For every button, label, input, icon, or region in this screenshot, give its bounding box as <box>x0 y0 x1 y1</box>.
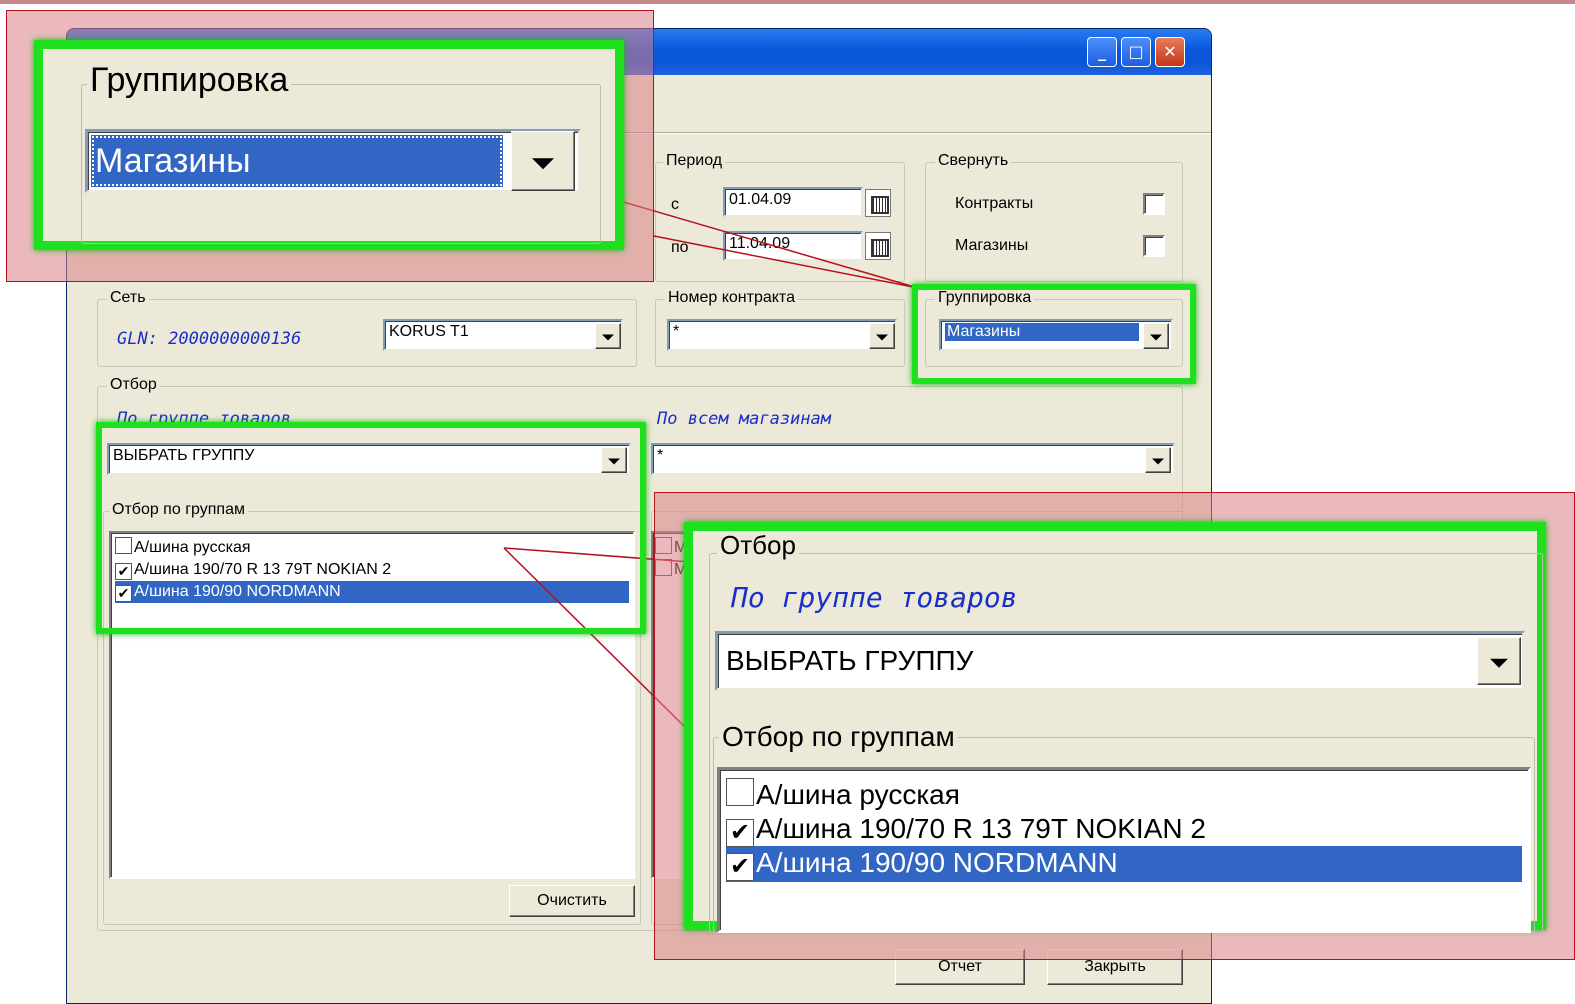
zoom-list-item-label: А/шина 190/90 NORDMANN <box>756 847 1118 878</box>
group-filter-highlight <box>96 422 646 634</box>
zoom-list-item-selected: ✔ А/шина 190/90 NORDMANN <box>726 846 1522 882</box>
grouping-zoom-value: Магазины <box>91 135 503 187</box>
filter-zoom-panel: Отбор По группе товаров ВЫБРАТЬ ГРУППУ О… <box>684 522 1546 933</box>
zoom-list-item: ✔ А/шина 190/70 R 13 79T NOKIAN 2 <box>726 812 1522 847</box>
filter-zoom-dropdown <box>1477 637 1521 685</box>
zoom-list-item: А/шина русская <box>726 778 1522 812</box>
chevron-down-icon <box>1490 658 1508 668</box>
zoom-list-item-label: А/шина русская <box>756 779 960 810</box>
filter-zoom-groups-list: А/шина русская ✔ А/шина 190/70 R 13 79T N… <box>717 767 1531 933</box>
grouping-zoom-legend: Группировка <box>87 61 292 100</box>
grouping-zoom-panel: Группировка Магазины <box>34 40 624 250</box>
checkbox-checked-icon: ✔ <box>726 853 754 881</box>
connector-line <box>653 235 919 289</box>
filter-zoom-legend: Отбор <box>717 531 799 559</box>
grouping-zoom-select: Магазины <box>85 129 581 193</box>
filter-zoom-group-select: ВЫБРАТЬ ГРУППУ <box>715 631 1525 691</box>
checkbox-icon <box>726 778 754 806</box>
filter-zoom-groups-legend: Отбор по группам <box>719 721 958 753</box>
chevron-down-icon <box>532 158 554 170</box>
grouping-highlight <box>912 284 1196 384</box>
checkbox-checked-icon: ✔ <box>726 819 754 847</box>
zoom-list-item-label: А/шина 190/70 R 13 79T NOKIAN 2 <box>756 813 1206 844</box>
filter-zoom-by-group-label: По группе товаров <box>731 581 1018 614</box>
grouping-zoom-dropdown <box>511 131 575 191</box>
